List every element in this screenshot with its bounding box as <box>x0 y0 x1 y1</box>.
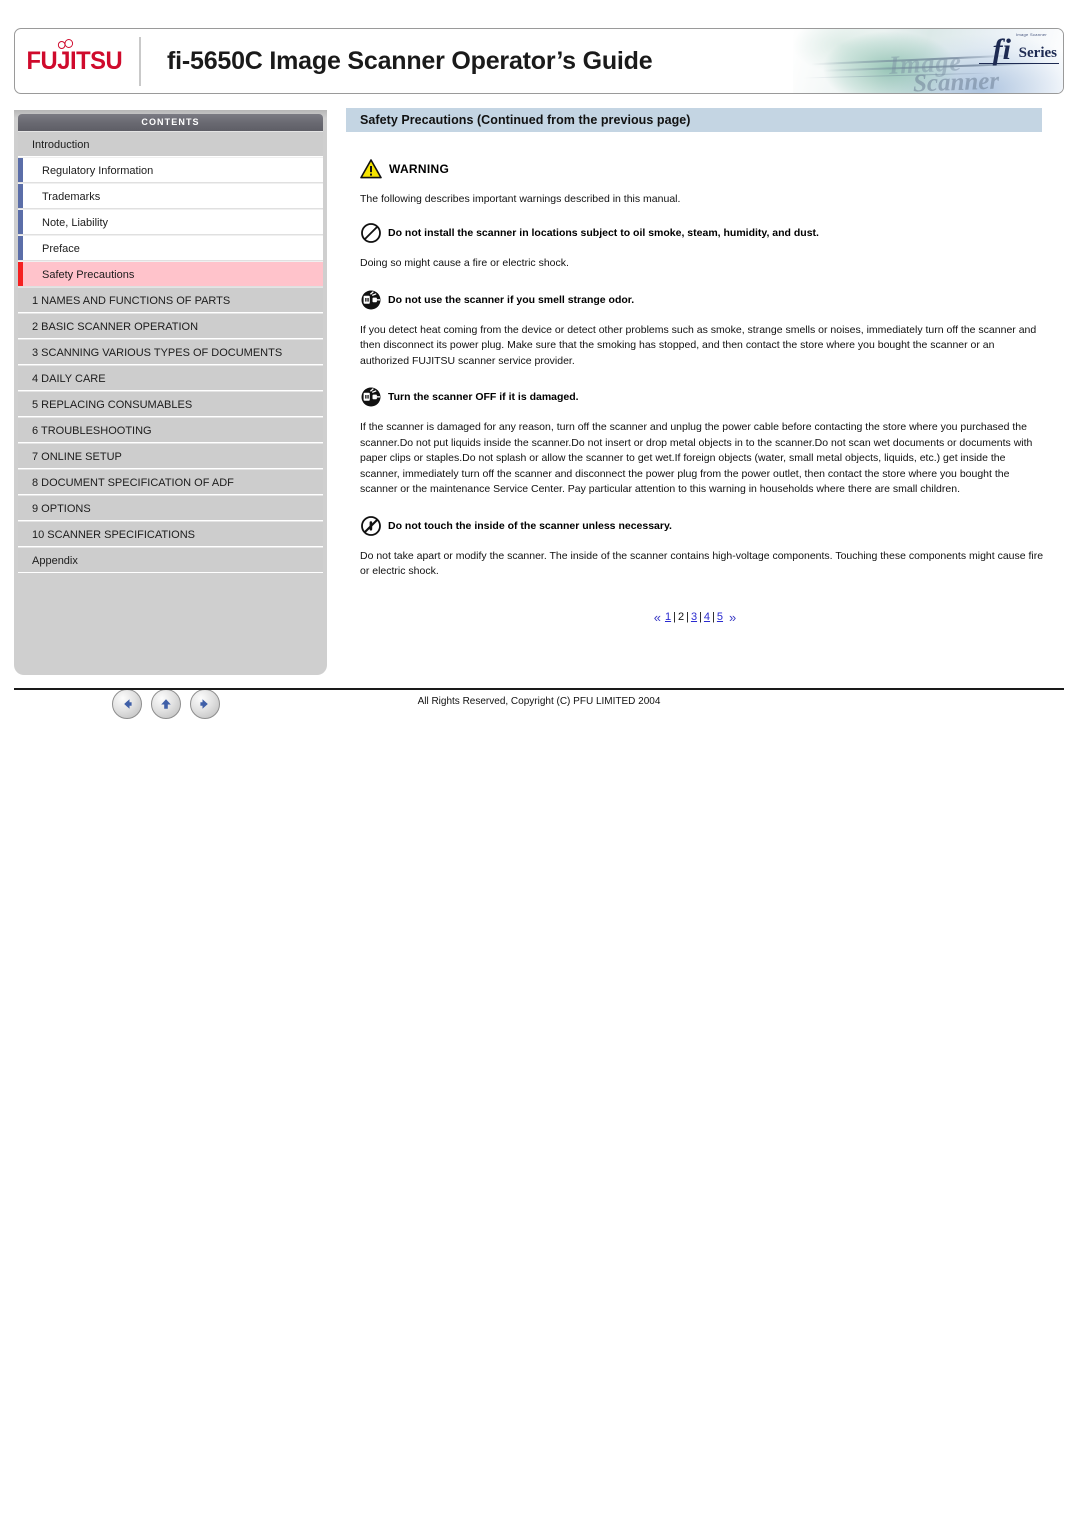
main-content: Safety Precautions (Continued from the p… <box>346 108 1044 625</box>
warning-rule-body: If the scanner is damaged for any reason… <box>360 421 1033 495</box>
sidebar-item-label: Trademarks <box>42 191 101 203</box>
sidebar-item[interactable]: 3 SCANNING VARIOUS TYPES OF DOCUMENTS <box>18 339 323 365</box>
warning-rule-heading: Do not use the scanner if you smell stra… <box>360 289 1042 311</box>
sidebar-item[interactable]: Safety Precautions <box>18 261 323 287</box>
warning-rule: Do not touch the inside of the scanner u… <box>360 515 1044 580</box>
warning-rule: Do not use the scanner if you smell stra… <box>360 289 1042 370</box>
banner-tagline: Image Scanner <box>1015 32 1047 37</box>
warning-rule-heading-text: Turn the scanner OFF if it is damaged. <box>388 391 579 403</box>
fujitsu-logo: FUJITSU <box>15 29 133 93</box>
page-header: FUJITSU fi-5650C Image Scanner Operator’… <box>14 28 1066 96</box>
warning-rule-heading: Turn the scanner OFF if it is damaged. <box>360 386 1042 408</box>
do-not-touch-icon <box>361 515 381 536</box>
sidebar-item[interactable]: 7 ONLINE SETUP <box>18 443 323 469</box>
pager-page-link[interactable]: 1 <box>664 611 672 623</box>
page-title: fi-5650C Image Scanner Operator’s Guide <box>167 47 653 75</box>
warning-rule-heading: Do not install the scanner in locations … <box>360 222 1042 244</box>
sidebar-item-label: 1 NAMES AND FUNCTIONS OF PARTS <box>32 295 231 307</box>
pager-page-link[interactable]: 3 <box>690 611 698 623</box>
sidebar-item-label: 2 BASIC SCANNER OPERATION <box>32 321 199 333</box>
sidebar-item[interactable]: Regulatory Information <box>18 157 323 183</box>
fi-series-banner-image: Image Scanner Image Scanner fi Series <box>793 29 1063 93</box>
warning-rule-body: Do not take apart or modify the scanner.… <box>360 549 1044 578</box>
sidebar-item-label: 10 SCANNER SPECIFICATIONS <box>32 529 195 541</box>
sidebar-item-label: 7 ONLINE SETUP <box>32 451 122 463</box>
warning-intro-text: The following describes important warnin… <box>360 193 681 205</box>
header-box: FUJITSU fi-5650C Image Scanner Operator’… <box>14 28 1064 94</box>
sidebar-item[interactable]: 2 BASIC SCANNER OPERATION <box>18 313 323 339</box>
sidebar-item-label: Preface <box>42 243 80 255</box>
fujitsu-logo-text: FUJITSU <box>26 46 122 75</box>
sidebar-item[interactable]: 1 NAMES AND FUNCTIONS OF PARTS <box>18 287 323 313</box>
warning-rule-heading-text: Do not install the scanner in locations … <box>388 227 819 239</box>
contents-heading: CONTENTS <box>18 114 323 131</box>
sidebar-item[interactable]: Preface <box>18 235 323 261</box>
sidebar-item-label: Appendix <box>32 555 78 567</box>
next-page-button[interactable]: » <box>729 610 736 625</box>
rules-list: Do not install the scanner in locations … <box>346 222 1044 580</box>
sidebar-item-label: 6 TROUBLESHOOTING <box>32 425 152 437</box>
sidebar-item-label: 8 DOCUMENT SPECIFICATION OF ADF <box>32 477 234 489</box>
previous-page-button[interactable]: « <box>654 610 661 625</box>
warning-rule: Turn the scanner OFF if it is damaged. If… <box>360 386 1042 498</box>
sidebar-item[interactable]: Appendix <box>18 547 323 573</box>
warning-header: WARNING <box>360 159 1042 179</box>
pager-page-link[interactable]: 4 <box>703 611 711 623</box>
sidebar-item[interactable]: 8 DOCUMENT SPECIFICATION OF ADF <box>18 469 323 495</box>
sidebar-item-label: Safety Precautions <box>42 269 135 281</box>
section-title: Safety Precautions (Continued from the p… <box>346 108 1042 132</box>
sidebar-item-label: Regulatory Information <box>42 165 154 177</box>
sidebar-item-label: 5 REPLACING CONSUMABLES <box>32 399 193 411</box>
banner-word-scanner: Scanner <box>912 67 1000 93</box>
unplug-power-icon <box>361 387 381 407</box>
sidebar-item-label: Note, Liability <box>42 217 109 229</box>
warning-label: WARNING <box>389 162 450 176</box>
warning-rule-heading: Do not touch the inside of the scanner u… <box>360 515 1042 537</box>
sidebar-item[interactable]: 10 SCANNER SPECIFICATIONS <box>18 521 323 547</box>
contents-sidebar: CONTENTS Introduction Regulatory Informat… <box>14 110 327 724</box>
pagination: «1 | 2 | 3 | 4 | 5» <box>346 610 1042 625</box>
sidebar-item[interactable]: Introduction <box>18 131 323 157</box>
sidebar-item-label: 3 SCANNING VARIOUS TYPES OF DOCUMENTS <box>32 347 283 359</box>
footer-divider <box>14 688 1064 690</box>
sidebar-item[interactable]: Note, Liability <box>18 209 323 235</box>
sidebar-item[interactable]: 4 DAILY CARE <box>18 365 323 391</box>
warning-rule-body: Doing so might cause a fire or electric … <box>360 257 569 269</box>
warning-rule-body: If you detect heat coming from the devic… <box>360 323 1037 367</box>
sidebar-item[interactable]: Trademarks <box>18 183 323 209</box>
header-divider <box>139 37 141 86</box>
sidebar-item[interactable]: 9 OPTIONS <box>18 495 323 521</box>
sidebar-item[interactable]: 6 TROUBLESHOOTING <box>18 417 323 443</box>
warning-triangle-icon <box>360 159 382 179</box>
sidebar-item-label: 9 OPTIONS <box>32 503 91 515</box>
unplug-power-icon <box>361 290 381 309</box>
pager-page-link[interactable]: 5 <box>716 611 724 623</box>
warning-rule: Do not install the scanner in locations … <box>360 222 1042 272</box>
warning-rule-heading-text: Do not use the scanner if you smell stra… <box>388 293 635 306</box>
sidebar-item[interactable]: 5 REPLACING CONSUMABLES <box>18 391 323 417</box>
prohibition-circle-icon <box>361 223 381 243</box>
copyright-notice: All Rights Reserved, Copyright (C) PFU L… <box>417 696 661 707</box>
fujitsu-mark-icon <box>57 38 76 49</box>
table-of-contents: Introduction Regulatory Information Tradem… <box>18 131 323 573</box>
sidebar-item-label: 4 DAILY CARE <box>32 373 106 385</box>
banner-series-text: Series <box>1018 45 1057 61</box>
banner-rule <box>979 63 1059 64</box>
sidebar-item-label: Introduction <box>32 139 90 151</box>
banner-fi-text: fi <box>992 33 1011 66</box>
warning-rule-heading-text: Do not touch the inside of the scanner u… <box>388 519 672 532</box>
pager-current-page: 2 <box>677 610 685 623</box>
